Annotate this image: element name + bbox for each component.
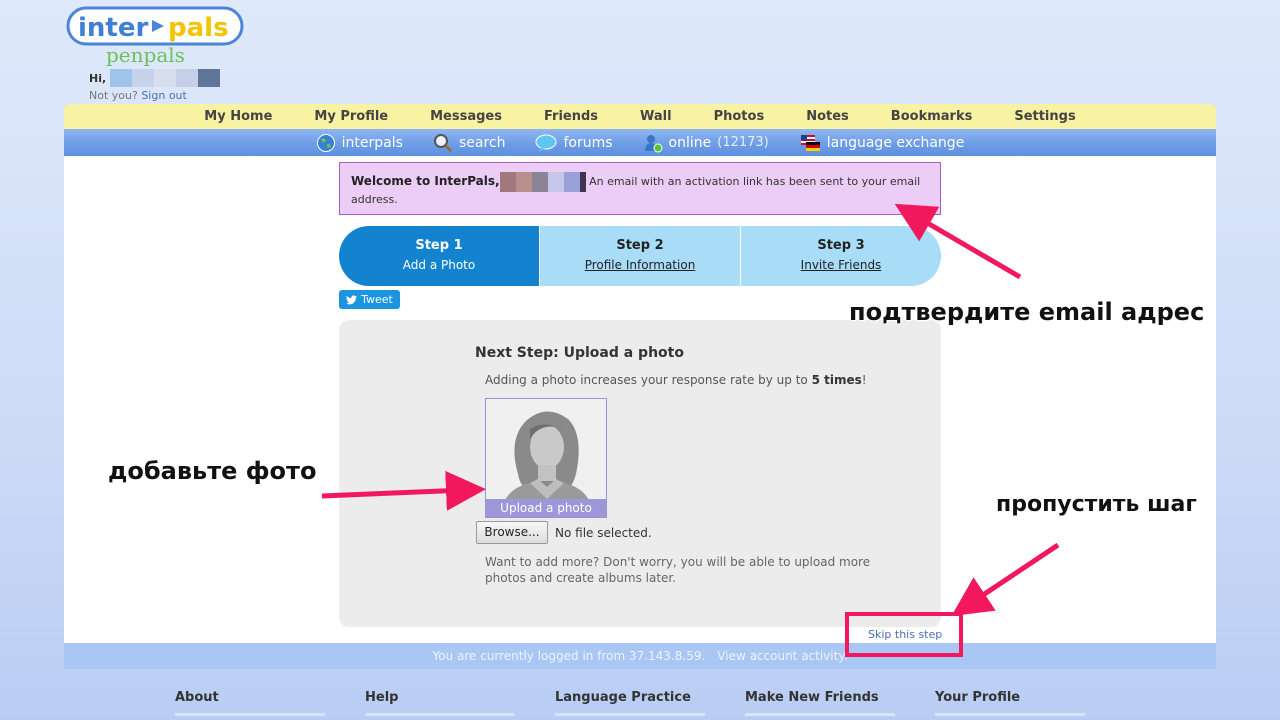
interpals-logo[interactable]: inter pals penpals: [66, 6, 244, 70]
file-status: No file selected.: [555, 525, 652, 540]
not-you-text: Not you?: [89, 89, 138, 102]
tweet-label: Tweet: [361, 293, 393, 306]
subnav-interpals[interactable]: interpals: [316, 133, 403, 153]
flags-icon: [800, 134, 820, 151]
sub-nav: interpals search forums online (12173) l…: [64, 129, 1216, 156]
sign-out-link[interactable]: Sign out: [141, 89, 187, 102]
step-1-subtitle: Add a Photo: [402, 258, 476, 272]
footer-columns: About Help Language Practice Make New Fr…: [175, 690, 1085, 716]
nav-messages[interactable]: Messages: [409, 109, 523, 124]
upload-photo-label[interactable]: Upload a photo: [486, 499, 606, 517]
subnav-online-label: online: [668, 134, 712, 151]
nav-my-profile[interactable]: My Profile: [293, 109, 409, 124]
globe-icon: [316, 133, 335, 152]
more-photos-info: Want to add more? Don't worry, you will …: [485, 555, 871, 585]
subnav-search-label: search: [458, 134, 506, 151]
subnav-search[interactable]: search: [433, 133, 506, 153]
step-1[interactable]: Step 1 Add a Photo: [339, 226, 539, 286]
welcome-notice: Welcome to InterPals, An email with an a…: [339, 162, 941, 215]
online-count: (12173): [717, 135, 769, 150]
nav-notes[interactable]: Notes: [785, 109, 870, 124]
not-you-line: Not you? Sign out: [89, 89, 187, 102]
tweet-button[interactable]: Tweet: [339, 290, 400, 309]
file-input-row: Browse... No file selected.: [476, 521, 652, 544]
skip-step-highlight: [845, 612, 963, 657]
login-info-bar: You are currently logged in from 37.143.…: [64, 643, 1216, 669]
step-2-title: Step 2: [616, 238, 664, 253]
svg-text:inter: inter: [78, 13, 148, 43]
subnav-online[interactable]: online (12173): [643, 133, 769, 153]
twitter-bird-icon: [346, 294, 358, 304]
redacted-username: [110, 69, 221, 87]
subnav-interpals-label: interpals: [341, 134, 403, 151]
upload-description: Adding a photo increases your response r…: [485, 373, 867, 387]
browse-button[interactable]: Browse...: [476, 521, 548, 544]
nav-settings[interactable]: Settings: [993, 109, 1096, 124]
nav-my-home[interactable]: My Home: [183, 109, 293, 124]
speech-bubble-icon: [535, 134, 557, 152]
step-2[interactable]: Step 2 Profile Information: [539, 226, 740, 286]
upload-desc-end: !: [861, 373, 867, 387]
greeting: Hi,: [89, 69, 221, 87]
nav-photos[interactable]: Photos: [693, 109, 786, 124]
magnifier-icon: [433, 133, 453, 152]
person-online-icon: [644, 134, 663, 152]
step-3[interactable]: Step 3 Invite Friends: [740, 226, 941, 286]
steps-bar: Step 1 Add a Photo Step 2 Profile Inform…: [339, 226, 941, 286]
footer-about[interactable]: About: [175, 690, 325, 716]
step-3-link[interactable]: Invite Friends: [741, 258, 941, 272]
nav-friends[interactable]: Friends: [523, 109, 619, 124]
subnav-forums-label: forums: [563, 134, 613, 151]
svg-text:pals: pals: [168, 13, 229, 43]
logged-in-text: You are currently logged in from 37.143.…: [432, 649, 706, 663]
footer-your-profile[interactable]: Your Profile: [935, 690, 1085, 716]
footer-help[interactable]: Help: [365, 690, 515, 716]
account-activity-link[interactable]: View account activity.: [717, 649, 847, 663]
upload-title: Next Step: Upload a photo: [475, 345, 684, 361]
footer-make-new-friends[interactable]: Make New Friends: [745, 690, 895, 716]
step-1-title: Step 1: [415, 238, 463, 253]
subnav-language-exchange[interactable]: language exchange: [799, 133, 965, 153]
annotation-skip-step: пропустить шаг: [996, 492, 1197, 517]
greeting-label: Hi,: [89, 71, 107, 85]
annotation-confirm-email: подтвердите email адрес: [849, 298, 1205, 326]
step-3-title: Step 3: [817, 238, 865, 253]
subnav-forums[interactable]: forums: [535, 134, 613, 152]
step-2-link[interactable]: Profile Information: [540, 258, 740, 272]
nav-wall[interactable]: Wall: [619, 109, 693, 124]
svg-text:penpals: penpals: [106, 43, 185, 67]
nav-bookmarks[interactable]: Bookmarks: [870, 109, 994, 124]
upload-desc-bold: 5 times: [811, 373, 862, 387]
main-nav: My Home My Profile Messages Friends Wall…: [64, 104, 1216, 129]
avatar-upload[interactable]: Upload a photo: [485, 398, 607, 518]
redacted-username: [499, 172, 586, 192]
annotation-add-photo: добавьте фото: [108, 457, 317, 485]
footer-language-practice[interactable]: Language Practice: [555, 690, 705, 716]
subnav-language-exchange-label: language exchange: [826, 134, 965, 151]
welcome-title: Welcome to InterPals,: [351, 174, 500, 188]
upload-desc-text: Adding a photo increases your response r…: [485, 373, 812, 387]
